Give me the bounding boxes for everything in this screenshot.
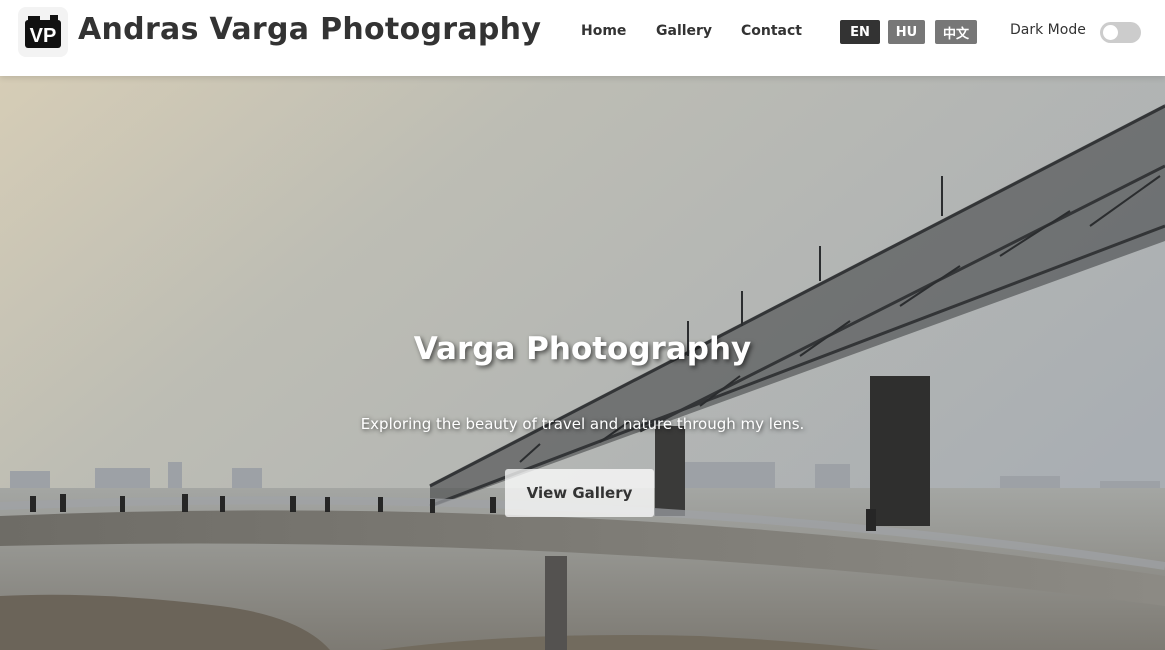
nav-home[interactable]: Home xyxy=(581,23,626,39)
camera-logo-icon: VP xyxy=(25,15,61,48)
lang-zh-button[interactable]: 中文 xyxy=(935,20,977,44)
logo-text: VP xyxy=(30,25,57,47)
brand-title[interactable]: Andras Varga Photography xyxy=(78,12,541,47)
logo[interactable]: VP xyxy=(18,7,68,57)
lang-en-button[interactable]: EN xyxy=(840,20,880,44)
nav-contact[interactable]: Contact xyxy=(741,23,802,39)
hero-subtitle: Exploring the beauty of travel and natur… xyxy=(360,415,805,433)
hero-title: Varga Photography xyxy=(413,331,752,367)
hero-section: Varga Photography Exploring the beauty o… xyxy=(0,76,1165,650)
view-gallery-button[interactable]: View Gallery xyxy=(505,469,654,517)
site-header: VP Andras Varga Photography Home Gallery… xyxy=(0,0,1165,76)
nav-gallery[interactable]: Gallery xyxy=(656,23,712,39)
dark-mode-toggle[interactable] xyxy=(1100,22,1141,43)
dark-mode-label: Dark Mode xyxy=(1010,22,1086,38)
toggle-knob xyxy=(1103,25,1118,40)
lang-hu-button[interactable]: HU xyxy=(888,20,925,44)
